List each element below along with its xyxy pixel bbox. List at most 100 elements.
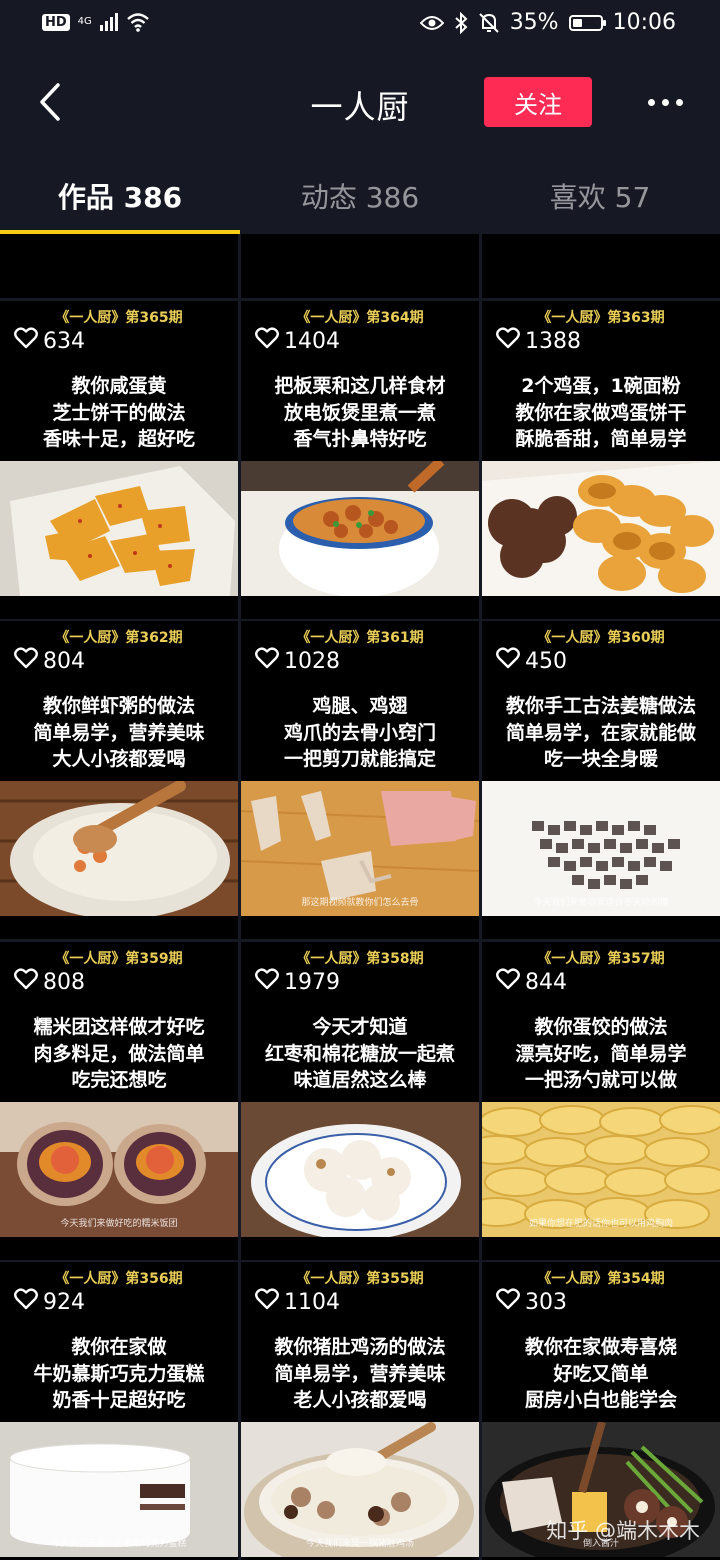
heart-icon bbox=[255, 647, 279, 675]
video-caption: 教你咸蛋黄 芝士饼干的做法 香味十足，超好吃 bbox=[42, 375, 195, 450]
like-count: 1028 bbox=[255, 647, 340, 675]
video-thumbnail bbox=[241, 461, 479, 596]
episode-label: 《一人厨》第362期 bbox=[55, 630, 183, 646]
video-card[interactable]: 《一人厨》第364期 1404 把板栗和这几样食材 放电饭煲里煮一煮 香气扑鼻特好吃 bbox=[241, 301, 479, 619]
like-count: 1388 bbox=[496, 327, 581, 355]
video-thumbnail: 今天我们来煲一锅猪肚鸡汤 bbox=[241, 1422, 479, 1557]
tab-likes[interactable]: 喜欢 57 bbox=[480, 158, 720, 234]
heart-icon bbox=[496, 968, 520, 996]
video-caption: 教你在家做 牛奶慕斯巧克力蛋糕 奶香十足超好吃 bbox=[33, 1336, 205, 1411]
like-count: 808 bbox=[14, 968, 85, 996]
follow-button[interactable]: 关注 bbox=[484, 77, 592, 127]
video-thumbnail: 那这期视频就教你们怎么去骨 bbox=[241, 781, 479, 916]
battery-fill bbox=[572, 18, 582, 27]
mute-bell-icon bbox=[478, 12, 499, 33]
like-count: 303 bbox=[496, 1288, 567, 1316]
like-count-value: 1028 bbox=[284, 648, 340, 674]
network-type: 4G bbox=[77, 16, 92, 27]
video-caption: 教你蛋饺的做法 漂亮好吃，简单易学 一把汤勺就可以做 bbox=[515, 1016, 687, 1091]
like-count-value: 303 bbox=[525, 1289, 567, 1315]
video-thumbnail bbox=[0, 461, 238, 596]
more-dot-icon bbox=[647, 98, 655, 106]
like-count: 1104 bbox=[255, 1288, 340, 1316]
video-caption: 糯米团这样做才好吃 肉多料足，做法简单 吃完还想吃 bbox=[33, 1016, 205, 1091]
battery-icon bbox=[568, 14, 606, 31]
like-count-value: 1404 bbox=[284, 328, 340, 354]
more-dot-icon bbox=[675, 98, 683, 106]
nav-bar: 一人厨 关注 bbox=[0, 60, 720, 146]
episode-label: 《一人厨》第361期 bbox=[296, 630, 424, 646]
heart-icon bbox=[496, 647, 520, 675]
video-caption: 把板栗和这几样食材 放电饭煲里煮一煮 香气扑鼻特好吃 bbox=[274, 375, 446, 450]
video-card[interactable]: 《一人厨》第362期 804 教你鲜虾粥的做法 简单易学，营养美味 大人小孩都爱喝 bbox=[0, 621, 238, 939]
like-count: 450 bbox=[496, 647, 567, 675]
video-caption: 教你手工古法姜糖做法 简单易学，在家就能做 吃一块全身暖 bbox=[505, 695, 696, 770]
video-card[interactable]: 《一人厨》第366期1220 bbox=[482, 234, 720, 298]
heart-icon bbox=[496, 1288, 520, 1316]
video-thumbnail: 今天我们来做好吃的糯米饭团 bbox=[0, 1102, 238, 1237]
eye-icon bbox=[419, 15, 444, 30]
like-count-value: 1979 bbox=[284, 969, 340, 995]
like-count-value: 804 bbox=[43, 648, 85, 674]
video-card[interactable]: 《一人厨》第355期 1104 教你猪肚鸡汤的做法 简单易学，营养美味 老人小孩都爱… bbox=[241, 1262, 479, 1560]
episode-label: 《一人厨》第355期 bbox=[296, 1271, 424, 1287]
episode-label: 《一人厨》第363期 bbox=[537, 310, 665, 326]
video-caption: 教你鲜虾粥的做法 简单易学，营养美味 大人小孩都爱喝 bbox=[33, 695, 205, 770]
tab-works[interactable]: 作品 386 bbox=[0, 158, 240, 234]
video-caption: 2个鸡蛋，1碗面粉 教你在家做鸡蛋饼干 酥脆香甜，简单易学 bbox=[515, 375, 687, 450]
episode-label: 《一人厨》第357期 bbox=[537, 951, 665, 967]
like-count: 924 bbox=[14, 1288, 85, 1316]
episode-label: 《一人厨》第359期 bbox=[55, 951, 183, 967]
video-card[interactable]: 《一人厨》第358期 1979 今天才知道 红枣和棉花糖放一起煮 味道居然这么棒 bbox=[241, 942, 479, 1260]
video-subtitle: 今天我们来煲一锅猪肚鸡汤 bbox=[305, 1539, 414, 1549]
video-thumbnail: 今天我们来做牛奶慕斯巧克力蛋糕 bbox=[0, 1422, 238, 1557]
video-card[interactable]: 《一人厨》第360期 450 教你手工古法姜糖做法 简单易学，在家就能做 吃一块全身… bbox=[482, 621, 720, 939]
video-card[interactable]: 《一人厨》第365期 634 教你咸蛋黄 芝士饼干的做法 香味十足，超好吃 bbox=[0, 301, 238, 619]
video-thumbnail bbox=[0, 781, 238, 916]
video-card[interactable]: 《一人厨》第356期 924 教你在家做 牛奶慕斯巧克力蛋糕 奶香十足超好吃 今天我们… bbox=[0, 1262, 238, 1560]
episode-label: 《一人厨》第364期 bbox=[296, 310, 424, 326]
clock: 10:06 bbox=[612, 10, 676, 35]
page-title: 一人厨 bbox=[310, 88, 410, 126]
heart-icon bbox=[255, 327, 279, 355]
video-grid: 《一人厨》第368期95《一人厨》第367期381《一人厨》第366期1220《… bbox=[0, 234, 720, 1560]
like-count-value: 450 bbox=[525, 648, 567, 674]
like-count-value: 1104 bbox=[284, 1289, 340, 1315]
video-thumbnail: 如果你想在肥的话你也可以用鸡胸肉 bbox=[482, 1102, 720, 1237]
video-subtitle: 如果你想在肥的话你也可以用鸡胸肉 bbox=[528, 1219, 673, 1229]
episode-label: 《一人厨》第365期 bbox=[55, 310, 183, 326]
heart-icon bbox=[255, 1288, 279, 1316]
like-count-value: 808 bbox=[43, 969, 85, 995]
more-dot-icon bbox=[661, 98, 669, 106]
wifi-icon bbox=[126, 13, 149, 32]
video-card[interactable]: 《一人厨》第361期 1028 鸡腿、鸡翅 鸡爪的去骨小窍门 一把剪刀就能搞定那这期… bbox=[241, 621, 479, 939]
bluetooth-icon bbox=[455, 11, 468, 34]
status-left: HD 4G bbox=[42, 12, 150, 32]
battery-percent: 35% bbox=[509, 10, 559, 35]
tab-posts[interactable]: 动态 386 bbox=[240, 158, 480, 234]
video-subtitle: 今天我们来做非常适合冬天吃的糖 bbox=[533, 898, 669, 908]
video-subtitle: 今天我们来做好吃的糯米饭团 bbox=[60, 1219, 178, 1229]
video-subtitle: 那这期视频就教你们怎么去骨 bbox=[301, 898, 419, 908]
like-count: 804 bbox=[14, 647, 85, 675]
video-thumbnail bbox=[482, 461, 720, 596]
video-card[interactable]: 《一人厨》第357期 844 教你蛋饺的做法 漂亮好吃，简单易学 一把汤勺就可以做如… bbox=[482, 942, 720, 1260]
episode-label: 《一人厨》第354期 bbox=[537, 1271, 665, 1287]
video-caption: 鸡腿、鸡翅 鸡爪的去骨小窍门 一把剪刀就能搞定 bbox=[283, 695, 436, 770]
profile-tabs: 作品 386 动态 386 喜欢 57 bbox=[0, 158, 720, 234]
video-card[interactable]: 《一人厨》第367期381 bbox=[241, 234, 479, 298]
video-card[interactable]: 《一人厨》第368期95 bbox=[0, 234, 238, 298]
like-count: 1404 bbox=[255, 327, 340, 355]
video-caption: 教你在家做寿喜烧 好吃又简单 厨房小白也能学会 bbox=[524, 1336, 677, 1411]
video-card[interactable]: 《一人厨》第359期 808 糯米团这样做才好吃 肉多料足，做法简单 吃完还想吃今天… bbox=[0, 942, 238, 1260]
heart-icon bbox=[255, 968, 279, 996]
video-caption: 今天才知道 红枣和棉花糖放一起煮 味道居然这么棒 bbox=[264, 1016, 455, 1091]
signal-icon bbox=[99, 13, 118, 31]
like-count-value: 844 bbox=[525, 969, 567, 995]
heart-icon bbox=[14, 327, 38, 355]
video-card[interactable]: 《一人厨》第363期 1388 2个鸡蛋，1碗面粉 教你在家做鸡蛋饼干 酥脆香甜，简… bbox=[482, 301, 720, 619]
video-caption: 教你猪肚鸡汤的做法 简单易学，营养美味 老人小孩都爱喝 bbox=[274, 1336, 446, 1411]
episode-label: 《一人厨》第360期 bbox=[537, 630, 665, 646]
more-options-button[interactable] bbox=[640, 85, 690, 119]
like-count: 844 bbox=[496, 968, 567, 996]
